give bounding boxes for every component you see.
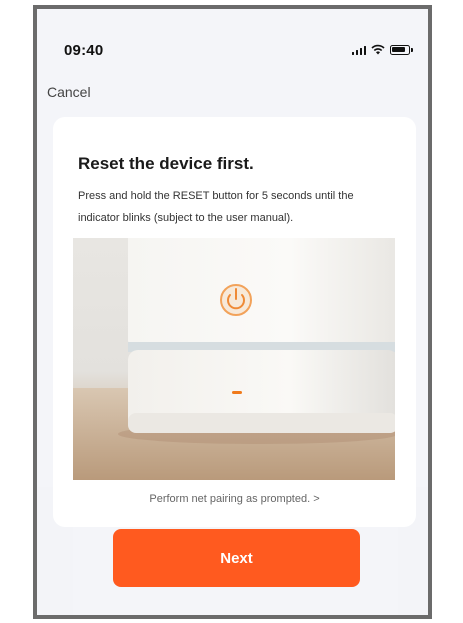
battery-icon xyxy=(390,44,413,55)
status-time: 09:40 xyxy=(64,42,104,59)
signal-icon xyxy=(351,45,366,55)
wifi-icon xyxy=(371,44,385,55)
status-icons xyxy=(351,44,413,55)
reset-instruction-card: Reset the device first. Press and hold t… xyxy=(53,117,416,527)
net-pairing-link[interactable]: Perform net pairing as prompted. > xyxy=(53,493,416,505)
card-title: Reset the device first. xyxy=(78,154,254,173)
next-button[interactable]: Next xyxy=(113,529,360,587)
device-image xyxy=(73,238,395,480)
indicator-light xyxy=(232,391,242,394)
status-bar: 09:40 xyxy=(37,9,428,61)
phone-frame: 09:40 Cancel Reset the device first. Pre… xyxy=(33,5,432,619)
card-description: Press and hold the RESET button for 5 se… xyxy=(78,190,354,224)
cancel-button[interactable]: Cancel xyxy=(47,84,91,100)
